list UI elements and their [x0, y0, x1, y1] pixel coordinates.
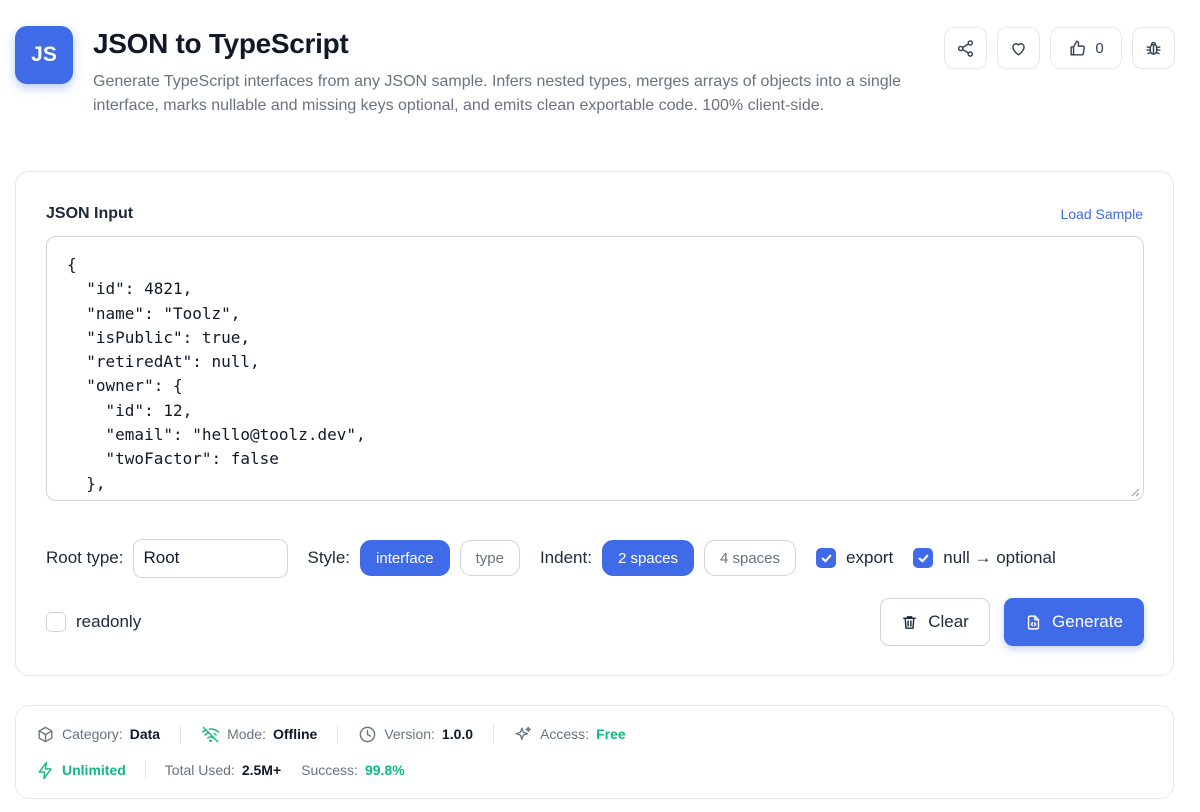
resize-handle-icon[interactable] — [1130, 487, 1140, 497]
actions-row: readonly Clear Generate — [46, 598, 1144, 646]
tool-info-card: Category: Data Mode: Offline Version: 1.… — [15, 705, 1174, 799]
trash-icon — [903, 615, 917, 629]
bug-icon — [1146, 41, 1161, 55]
cube-icon — [38, 726, 53, 742]
clock-icon — [359, 726, 376, 742]
access-key: Access: — [540, 726, 590, 742]
check-icon — [821, 554, 831, 562]
tool-logo: JS — [15, 26, 73, 84]
json-input-editor[interactable]: { "id": 4821, "name": "Toolz", "isPublic… — [46, 236, 1144, 501]
category-info: Category: Data — [36, 725, 160, 744]
divider — [144, 760, 146, 780]
like-count: 0 — [1095, 39, 1104, 57]
null-optional-checkbox[interactable] — [913, 548, 934, 568]
total-used-info: Total Used: 2.5M+ — [165, 762, 281, 778]
readonly-checkbox[interactable] — [46, 612, 66, 632]
category-key: Category: — [62, 726, 123, 742]
divider — [337, 724, 339, 744]
header-actions: 0 — [944, 27, 1175, 69]
code-file-icon — [1027, 614, 1040, 630]
page-description: Generate TypeScript interfaces from any … — [93, 73, 902, 114]
style-type-button[interactable]: type — [459, 540, 520, 576]
readonly-label: readonly — [76, 612, 142, 631]
json-input-label: JSON Input — [46, 205, 134, 222]
sparkles-icon — [515, 726, 531, 740]
export-label: export — [846, 548, 894, 567]
version-value: 1.0.0 — [441, 726, 474, 742]
thumbs-up-icon — [1070, 40, 1086, 56]
total-used-key: Total Used: — [164, 762, 235, 778]
mode-key: Mode: — [227, 726, 266, 742]
total-used-value: 2.5M+ — [241, 762, 282, 778]
clear-button[interactable]: Clear — [880, 598, 990, 646]
indent-4-spaces-button[interactable]: 4 spaces — [703, 540, 797, 576]
readonly-option: readonly — [46, 612, 141, 632]
root-type-input[interactable] — [132, 538, 288, 578]
tool-header: JS JSON to TypeScript Generate TypeScrip… — [15, 26, 1175, 146]
access-value: Free — [596, 726, 626, 742]
report-bug-button[interactable] — [1132, 27, 1175, 69]
divider — [180, 724, 182, 744]
style-interface-button[interactable]: interface — [360, 540, 450, 576]
options-row: Root type: Style: interface type Indent:… — [46, 538, 1146, 578]
unlimited-label: Unlimited — [62, 762, 126, 778]
category-value: Data — [129, 726, 161, 742]
lightning-icon — [38, 761, 52, 779]
mode-info: Mode: Offline — [201, 725, 317, 744]
favorite-button[interactable] — [997, 27, 1040, 69]
generate-label: Generate — [1052, 612, 1123, 631]
style-label: Style: — [307, 548, 351, 567]
success-key: Success: — [301, 762, 358, 778]
export-checkbox[interactable] — [816, 548, 837, 568]
wifi-off-icon — [201, 726, 220, 742]
page-title: JSON to TypeScript — [93, 28, 349, 59]
indent-2-spaces-button[interactable]: 2 spaces — [601, 540, 694, 576]
unlimited-info: Unlimited — [36, 761, 126, 780]
share-button[interactable] — [944, 27, 987, 69]
success-info: Success: 99.8% — [301, 762, 405, 778]
success-value: 99.8% — [364, 762, 405, 778]
version-key: Version: — [384, 726, 435, 742]
info-row-stats: Unlimited Total Used: 2.5M+ Success: 99.… — [36, 760, 405, 780]
json-input-text: { "id": 4821, "name": "Toolz", "isPublic… — [67, 255, 462, 500]
null-optional-label: null → optional — [943, 548, 1056, 567]
root-type-label: Root type: — [46, 548, 124, 567]
tool-card: JSON Input Load Sample { "id": 4821, "na… — [15, 171, 1174, 676]
info-row-primary: Category: Data Mode: Offline Version: 1.… — [36, 724, 626, 744]
indent-label: Indent: — [539, 548, 592, 567]
share-icon — [957, 39, 974, 57]
clear-label: Clear — [928, 612, 969, 631]
divider — [493, 724, 495, 744]
version-info: Version: 1.0.0 — [358, 725, 473, 744]
load-sample-link[interactable]: Load Sample — [1060, 206, 1143, 222]
generate-button[interactable]: Generate — [1004, 598, 1144, 646]
mode-value: Offline — [272, 726, 318, 742]
check-icon — [918, 554, 929, 562]
access-info: Access: Free — [514, 725, 626, 744]
like-button[interactable]: 0 — [1050, 27, 1122, 69]
heart-icon — [1012, 42, 1025, 56]
